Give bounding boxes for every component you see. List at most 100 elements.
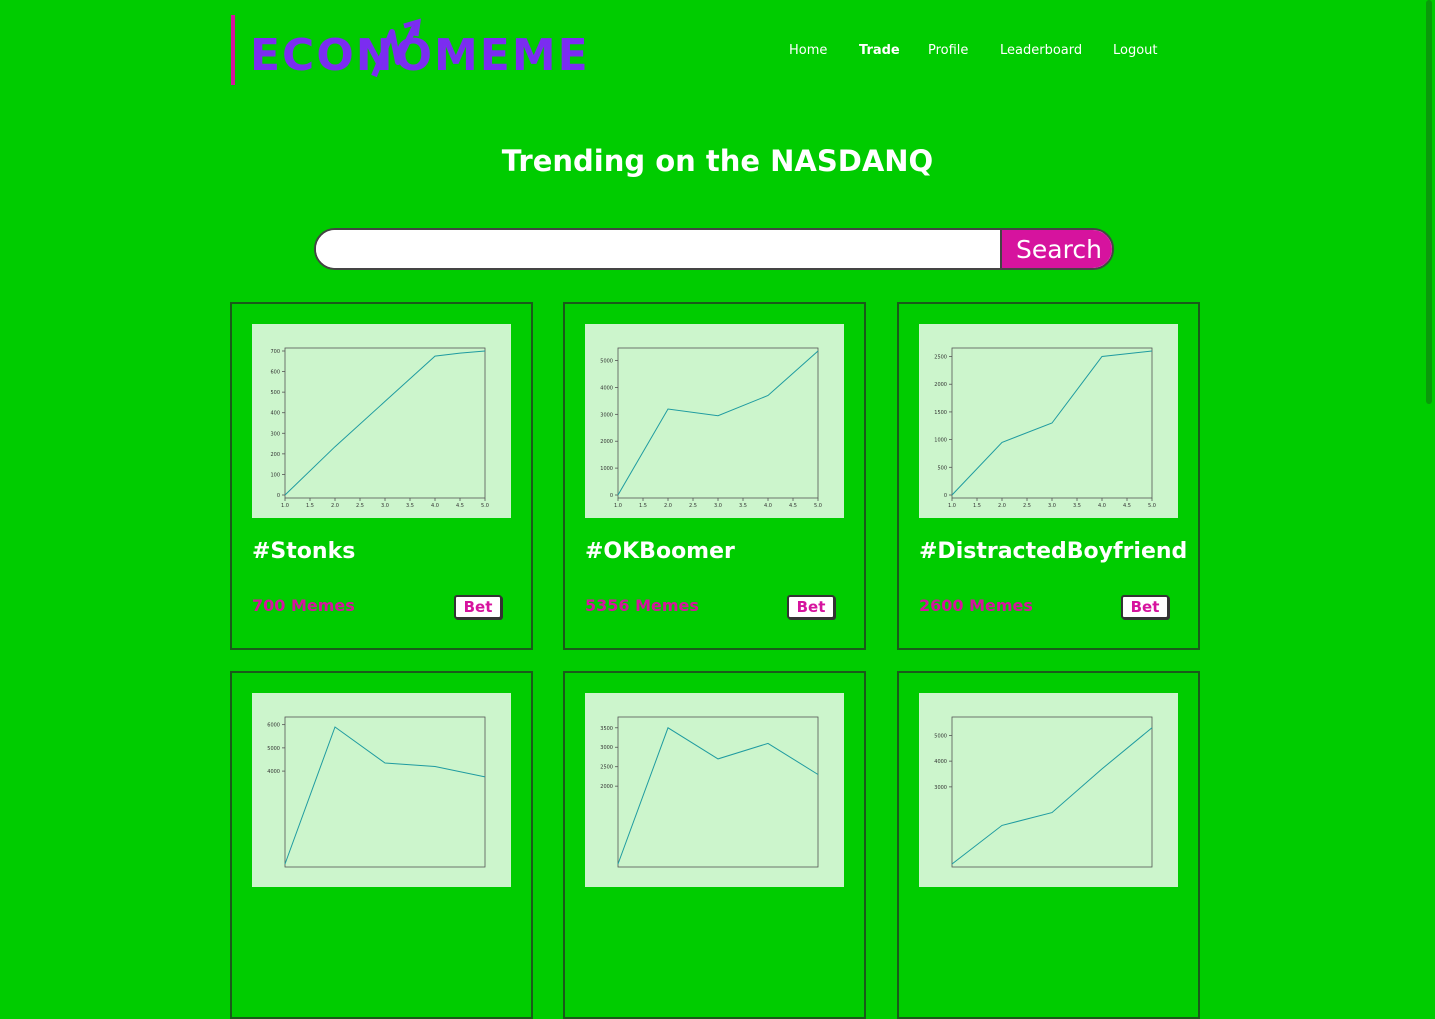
meme-count: 2600 Memes: [919, 596, 1033, 615]
y-tick-label: 4000: [267, 769, 280, 775]
meme-count: 5356 Memes: [585, 596, 699, 615]
y-tick-label: 4000: [600, 385, 613, 391]
x-tick-label: 3.5: [406, 503, 414, 509]
meme-chart: 0 500 1000 1500 2000 2500 1.0 1.5 2.0 2.5 3.0 3.5 4.…: [919, 324, 1178, 518]
meme-count: 700 Memes: [252, 596, 355, 615]
y-tick-label: 0: [610, 493, 613, 499]
bet-button[interactable]: Bet: [454, 595, 502, 619]
meme-card: 0 500 1000 1500 2000 2500 1.0 1.5 2.0 2.5 3.0 3.5 4.…: [897, 302, 1200, 650]
nav-home[interactable]: Home: [789, 42, 827, 60]
x-tick-label: 3.0: [714, 503, 722, 509]
meme-card: 3000 4000 5000: [897, 671, 1200, 1019]
y-tick-label: 400: [270, 411, 280, 417]
y-tick-label: 200: [270, 452, 280, 458]
y-tick-label: 3000: [600, 412, 613, 418]
series-line: [284, 726, 486, 865]
x-tick-label: 2.0: [331, 503, 339, 509]
line-chart: 0 1000 2000 3000 4000 5000 1.0 1.5 2.0 2.5 3.0 3.5 4…: [600, 347, 822, 509]
x-tick-label: 3.5: [1073, 503, 1081, 509]
x-tick-label: 1.5: [973, 503, 981, 509]
x-tick-label: 2.5: [1023, 503, 1031, 509]
x-tick-label: 1.5: [639, 503, 647, 509]
x-tick-label: 2.0: [664, 503, 672, 509]
meme-chart: 3000 4000 5000: [919, 693, 1178, 887]
y-tick-label: 500: [270, 390, 280, 396]
series-line: [951, 350, 1153, 496]
scrollbar[interactable]: [1423, 0, 1435, 784]
nav-logout[interactable]: Logout: [1113, 42, 1158, 60]
chart-frame: [951, 716, 1153, 868]
line-chart: 4000 5000 6000: [267, 716, 486, 868]
x-tick-label: 4.5: [789, 503, 797, 509]
meme-title: #Stonks: [252, 539, 356, 564]
chart-frame: [617, 347, 819, 499]
y-tick-label: 700: [270, 349, 280, 355]
meme-chart: 4000 5000 6000: [252, 693, 511, 887]
y-tick-label: 0: [944, 493, 947, 499]
bet-button[interactable]: Bet: [1121, 595, 1169, 619]
meme-card: 0 1000 2000 3000 4000 5000 1.0 1.5 2.0 2.5 3.0 3.5 4…: [563, 302, 866, 650]
nav-trade[interactable]: Trade: [859, 42, 900, 60]
x-tick-label: 3.0: [1048, 503, 1056, 509]
x-tick-label: 1.0: [948, 503, 956, 509]
nav-profile[interactable]: Profile: [928, 42, 968, 60]
series-line: [951, 727, 1153, 865]
y-tick-label: 2000: [934, 382, 947, 388]
y-tick-label: 2500: [934, 355, 947, 361]
x-tick-label: 1.0: [281, 503, 289, 509]
y-tick-label: 100: [270, 472, 280, 478]
x-tick-label: 4.0: [431, 503, 439, 509]
page-title: Trending on the NASDANQ: [501, 144, 934, 178]
x-tick-label: 4.5: [456, 503, 464, 509]
x-tick-label: 4.5: [1123, 503, 1131, 509]
y-tick-label: 0: [277, 493, 280, 499]
line-chart: 0 500 1000 1500 2000 2500 1.0 1.5 2.0 2.5 3.0 3.5 4.…: [934, 347, 1156, 509]
y-tick-label: 300: [270, 431, 280, 437]
y-tick-label: 4000: [934, 759, 947, 765]
meme-title: #DistractedBoyfriend: [919, 539, 1188, 564]
x-tick-label: 2.5: [356, 503, 364, 509]
series-line: [284, 350, 486, 496]
chart-frame: [284, 347, 486, 499]
y-tick-label: 1500: [934, 410, 947, 416]
bet-button[interactable]: Bet: [787, 595, 835, 619]
meme-title: #OKBoomer: [585, 539, 735, 564]
scrollbar-thumb[interactable]: [1426, 0, 1432, 404]
x-tick-label: 3.0: [381, 503, 389, 509]
line-chart: 3000 4000 5000: [934, 716, 1153, 868]
y-tick-label: 3000: [600, 745, 613, 751]
chart-frame: [284, 716, 486, 868]
search-input[interactable]: [316, 230, 1000, 268]
series-line: [617, 727, 819, 865]
meme-card: 4000 5000 6000: [230, 671, 533, 1019]
search-bar: Search: [314, 228, 1114, 270]
main-nav: Home Trade Profile Leaderboard Logout: [0, 42, 1435, 62]
meme-chart: 0 1000 2000 3000 4000 5000 1.0 1.5 2.0 2.5 3.0 3.5 4…: [585, 324, 844, 518]
x-tick-label: 1.5: [306, 503, 314, 509]
y-tick-label: 500: [937, 465, 947, 471]
y-tick-label: 2000: [600, 784, 613, 790]
x-tick-label: 2.5: [689, 503, 697, 509]
y-tick-label: 6000: [267, 723, 280, 729]
x-tick-label: 5.0: [1148, 503, 1156, 509]
y-tick-label: 1000: [934, 438, 947, 444]
y-tick-label: 2000: [600, 439, 613, 445]
x-tick-label: 3.5: [739, 503, 747, 509]
y-tick-label: 5000: [267, 746, 280, 752]
y-tick-label: 1000: [600, 466, 613, 472]
y-tick-label: 2500: [600, 765, 613, 771]
x-tick-label: 2.0: [998, 503, 1006, 509]
meme-card: 0 100 200 300 400 500 600 700 1.0 1.5 2.0 2.5 3.0 3.5…: [230, 302, 533, 650]
line-chart: 0 100 200 300 400 500 600 700 1.0 1.5 2.0 2.5 3.0 3.5…: [270, 347, 489, 509]
x-tick-label: 5.0: [481, 503, 489, 509]
meme-chart: 0 100 200 300 400 500 600 700 1.0 1.5 2.0 2.5 3.0 3.5…: [252, 324, 511, 518]
nav-leaderboard[interactable]: Leaderboard: [1000, 42, 1082, 60]
search-button[interactable]: Search: [1000, 230, 1112, 268]
series-line: [617, 350, 819, 496]
line-chart: 2000 2500 3000 3500: [600, 716, 819, 868]
chart-frame: [617, 716, 819, 868]
meme-chart: 2000 2500 3000 3500: [585, 693, 844, 887]
y-tick-label: 3000: [934, 785, 947, 791]
y-tick-label: 5000: [600, 359, 613, 365]
y-tick-label: 5000: [934, 733, 947, 739]
